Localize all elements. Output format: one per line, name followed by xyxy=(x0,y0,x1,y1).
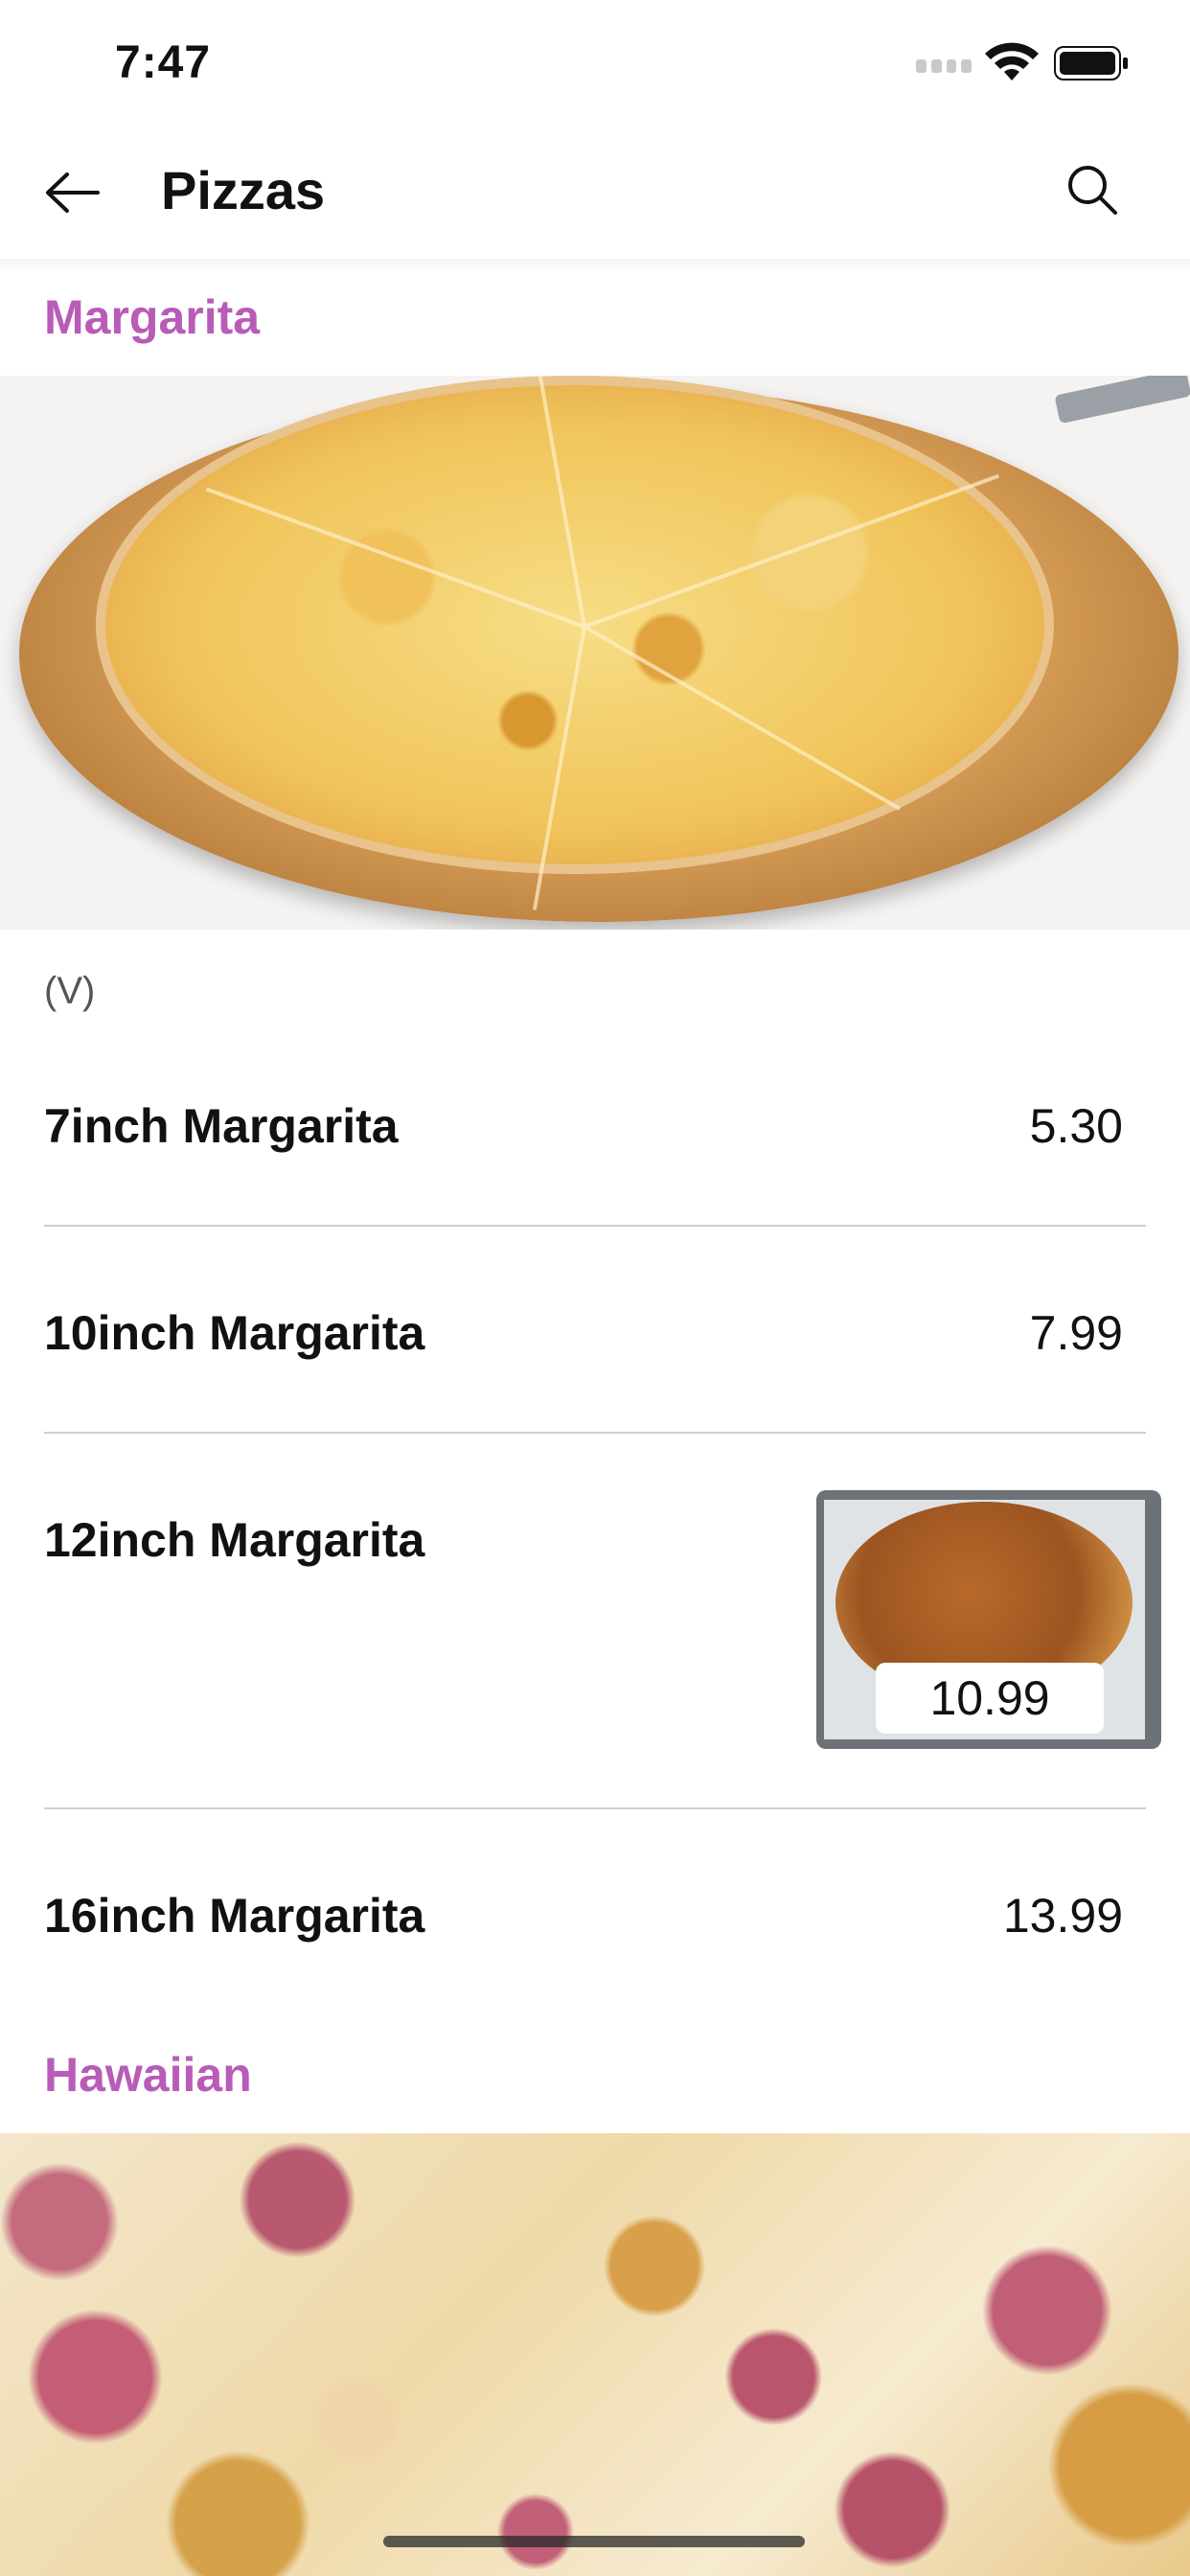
wifi-icon xyxy=(985,42,1039,80)
item-7inch-price: 5.30 xyxy=(1029,1099,1123,1153)
page-title: Pizzas xyxy=(161,160,326,220)
margarita-pizza xyxy=(96,376,1054,910)
pizza-server xyxy=(1054,376,1190,425)
cellular-signal-icon xyxy=(916,59,972,73)
item-16inch-price: 13.99 xyxy=(1002,1889,1123,1943)
search-icon[interactable] xyxy=(1065,163,1119,217)
margarita-hero-image xyxy=(0,376,1190,930)
divider xyxy=(44,1807,1146,1809)
item-10inch-label[interactable]: 10inch Margarita xyxy=(44,1305,424,1361)
battery-icon xyxy=(1054,46,1128,80)
section-title-margarita: Margarita xyxy=(44,290,261,344)
item-10inch-price: 7.99 xyxy=(1029,1306,1123,1360)
home-indicator[interactable] xyxy=(383,2536,805,2547)
vegetarian-note: (V) xyxy=(44,970,96,1012)
item-12inch-price: 10.99 xyxy=(876,1663,1104,1734)
item-16inch-label[interactable]: 16inch Margarita xyxy=(44,1888,424,1944)
item-12inch-thumbnail[interactable]: 10.99 xyxy=(816,1490,1161,1749)
back-arrow-icon[interactable] xyxy=(44,171,102,215)
divider xyxy=(44,1225,1146,1227)
section-title-hawaiian: Hawaiian xyxy=(44,2048,252,2102)
divider xyxy=(44,1432,1146,1434)
item-12inch-label[interactable]: 12inch Margarita xyxy=(44,1512,424,1568)
item-7inch-label[interactable]: 7inch Margarita xyxy=(44,1098,399,1154)
status-time: 7:47 xyxy=(115,37,212,88)
header-divider xyxy=(0,259,1190,270)
hawaiian-hero-image xyxy=(0,2133,1190,2576)
